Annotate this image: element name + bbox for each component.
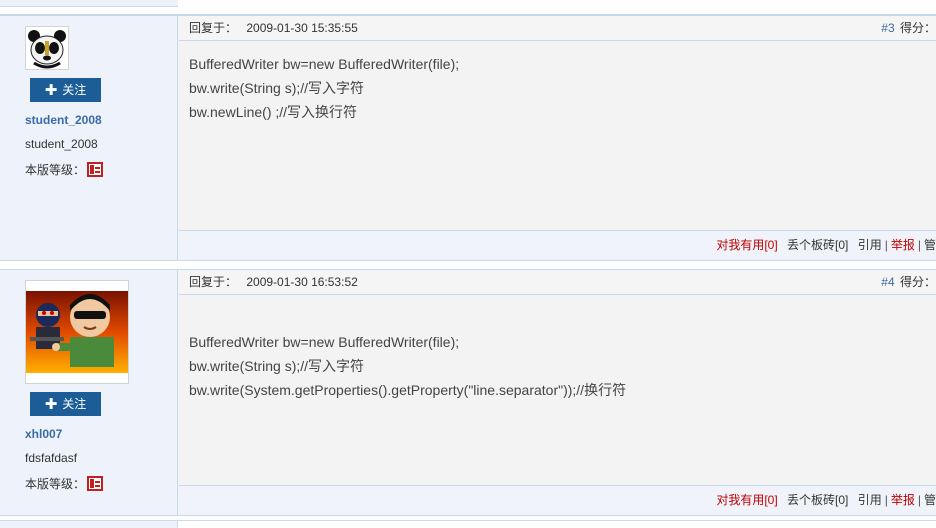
score-label: 得分： bbox=[899, 275, 936, 289]
content-line: BufferedWriter bw=new BufferedWriter(fil… bbox=[189, 56, 460, 72]
avatar[interactable] bbox=[25, 26, 69, 70]
avatar[interactable] bbox=[25, 280, 129, 384]
forum-post: ✚ 关注 xhl007 fdsfafdasf 本版等级： 回复于： 2009-01… bbox=[0, 269, 936, 516]
level-label: 本版等级： bbox=[25, 477, 86, 491]
plus-icon: ✚ bbox=[44, 396, 58, 413]
follow-button[interactable]: ✚ 关注 bbox=[30, 78, 101, 102]
reply-label: 回复于： bbox=[189, 275, 238, 289]
post-timestamp: 2009-01-30 16:53:52 bbox=[246, 275, 358, 289]
board-level: 本版等级： bbox=[25, 475, 104, 492]
manage-link[interactable]: 管 bbox=[924, 493, 936, 507]
useful-vote-link[interactable]: 对我有用[0] bbox=[716, 493, 777, 507]
reply-label: 回复于： bbox=[189, 21, 238, 35]
previous-post-edge bbox=[0, 0, 936, 15]
user-nickname: fdsfafdasf bbox=[25, 451, 78, 465]
post-content: BufferedWriter bw=new BufferedWriter(fil… bbox=[189, 330, 626, 402]
level-label: 本版等级： bbox=[25, 163, 86, 177]
content-line: bw.newLine() ;//写入换行符 bbox=[189, 104, 358, 120]
username-link[interactable]: student_2008 bbox=[25, 113, 102, 127]
floor-number-link[interactable]: #3 bbox=[881, 21, 894, 35]
plus-icon: ✚ bbox=[44, 82, 58, 99]
post-header: 回复于： 2009-01-30 16:53:52 #4 得分： bbox=[179, 270, 936, 295]
post-content: BufferedWriter bw=new BufferedWriter(fil… bbox=[189, 52, 459, 124]
user-nickname: student_2008 bbox=[25, 137, 98, 151]
follow-button[interactable]: ✚ 关注 bbox=[30, 392, 101, 416]
content-line: BufferedWriter bw=new BufferedWriter(fil… bbox=[189, 334, 460, 350]
post-timestamp: 2009-01-30 15:35:55 bbox=[246, 21, 358, 35]
content-line: bw.write(String s);//写入字符 bbox=[189, 358, 365, 374]
forum-post: ✚ 关注 student_2008 student_2008 本版等级： 回复于：… bbox=[0, 15, 936, 261]
username-link[interactable]: xhl007 bbox=[25, 427, 62, 441]
useful-vote-link[interactable]: 对我有用[0] bbox=[716, 238, 777, 252]
post-author-panel: ✚ 关注 student_2008 student_2008 本版等级： bbox=[0, 16, 178, 260]
quote-link[interactable]: 引用 bbox=[858, 238, 882, 252]
level-badge-icon bbox=[87, 162, 104, 177]
throw-brick-link[interactable]: 丢个板砖[0] bbox=[787, 238, 848, 252]
next-post-edge bbox=[0, 520, 936, 528]
content-line: bw.write(System.getProperties().getPrope… bbox=[189, 382, 627, 398]
report-link[interactable]: 举报 bbox=[891, 238, 915, 252]
quote-link[interactable]: 引用 bbox=[858, 493, 882, 507]
post-footer: 对我有用[0] 丢个板砖[0] 引用 | 举报 | 管 bbox=[179, 485, 936, 515]
floor-number-link[interactable]: #4 bbox=[881, 275, 894, 289]
level-badge-icon bbox=[87, 476, 104, 491]
panda-avatar-icon bbox=[26, 27, 68, 69]
post-author-panel: ✚ 关注 xhl007 fdsfafdasf 本版等级： bbox=[0, 270, 178, 515]
post-footer: 对我有用[0] 丢个板砖[0] 引用 | 举报 | 管 bbox=[179, 230, 936, 260]
score-label: 得分： bbox=[899, 21, 936, 35]
post-body: 回复于： 2009-01-30 16:53:52 #4 得分： Buffered… bbox=[179, 270, 936, 515]
post-body: 回复于： 2009-01-30 15:35:55 #3 得分： Buffered… bbox=[179, 16, 936, 260]
post-header: 回复于： 2009-01-30 15:35:55 #3 得分： bbox=[179, 16, 936, 41]
throw-brick-link[interactable]: 丢个板砖[0] bbox=[787, 493, 848, 507]
manage-link[interactable]: 管 bbox=[924, 238, 936, 252]
content-line: bw.write(String s);//写入字符 bbox=[189, 80, 365, 96]
board-level: 本版等级： bbox=[25, 161, 104, 178]
report-link[interactable]: 举报 bbox=[891, 493, 915, 507]
cartoon-soldiers-avatar-icon bbox=[26, 281, 128, 383]
